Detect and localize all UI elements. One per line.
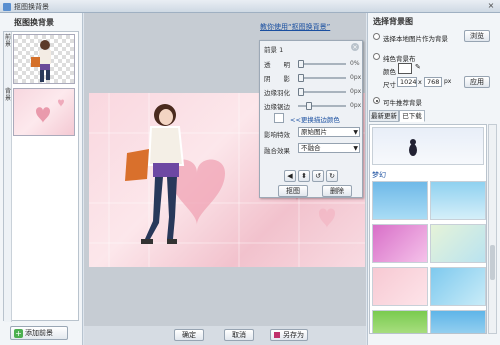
- background-gallery: 梦幻: [369, 124, 487, 334]
- gallery-tabs: 最新更新 已下载: [369, 110, 487, 122]
- scrollbar-thumb[interactable]: [490, 245, 495, 280]
- tab-foreground[interactable]: 前景: [4, 34, 12, 54]
- effect-select[interactable]: 原始图片 ▼: [298, 127, 360, 137]
- cancel-button[interactable]: 取消: [224, 329, 254, 341]
- move-left-icon[interactable]: ◀: [284, 170, 296, 182]
- close-icon[interactable]: ×: [486, 1, 496, 11]
- delete-button[interactable]: 删除: [322, 185, 352, 197]
- gallery-scrollbar[interactable]: [488, 124, 497, 334]
- feather-value: 0px: [350, 88, 362, 95]
- px-unit: px: [444, 78, 452, 85]
- ok-button[interactable]: 确定: [174, 329, 204, 341]
- apply-button[interactable]: 应用: [464, 76, 490, 88]
- rotate-right-icon[interactable]: ↻: [326, 170, 338, 182]
- opacity-value: 0%: [350, 60, 360, 67]
- solid-color-radio[interactable]: [373, 53, 380, 60]
- right-pane-title: 选择背景图: [373, 17, 413, 26]
- browse-button[interactable]: 浏览: [464, 30, 490, 42]
- opacity-label: 透 明: [264, 61, 290, 69]
- gallery-thumb[interactable]: [372, 181, 428, 220]
- local-image-label: 选择本地图片作为背景: [383, 35, 448, 43]
- gallery-thumb[interactable]: [372, 127, 484, 165]
- layer-tabs: 前景 背景: [4, 32, 12, 322]
- local-image-radio[interactable]: [373, 33, 380, 40]
- feather-label: 边缘羽化: [264, 89, 290, 97]
- tab-downloaded[interactable]: 已下载: [399, 110, 425, 122]
- penguin-image: [409, 139, 417, 156]
- title-bar: 抠图换背景 ×: [0, 0, 500, 13]
- gallery-thumb[interactable]: [430, 310, 486, 333]
- panel-title: 前景 1: [264, 46, 284, 54]
- move-updown-icon[interactable]: ⬍: [298, 170, 310, 182]
- foreground-thumbnail[interactable]: [13, 34, 75, 84]
- blend-select[interactable]: 不融合 ▼: [298, 143, 360, 153]
- feather-slider[interactable]: [298, 88, 346, 96]
- times-sign: x: [418, 78, 422, 86]
- size-label: 尺寸: [383, 81, 396, 89]
- gallery-thumb[interactable]: [372, 310, 428, 333]
- save-icon: [274, 332, 280, 338]
- shadow-value: 0px: [350, 74, 362, 81]
- person-thumbnail-image: [31, 40, 51, 82]
- layer-list: 前景 背景: [3, 31, 79, 322]
- help-link[interactable]: 教你使用“抠图换背景”: [260, 22, 330, 32]
- edge-slider[interactable]: [298, 102, 346, 110]
- effect-select-value: 原始图片: [301, 128, 327, 136]
- feather-slider-knob[interactable]: [298, 88, 304, 96]
- color-swatch[interactable]: [398, 63, 412, 74]
- foreground-pane: 抠图换背景 前景 背景 + 添加前景: [0, 13, 83, 345]
- gallery-thumb[interactable]: [372, 267, 428, 306]
- height-input[interactable]: 768: [424, 77, 442, 87]
- panel-close-icon[interactable]: ×: [351, 43, 359, 51]
- color-label: 颜色: [383, 68, 396, 76]
- tab-recent[interactable]: 最新更新: [369, 110, 399, 122]
- edge-color-swatch[interactable]: [274, 113, 284, 123]
- eyedropper-icon[interactable]: ✎: [415, 63, 425, 74]
- shadow-slider[interactable]: [298, 74, 346, 82]
- add-foreground-label: 添加前景: [25, 329, 53, 337]
- add-icon: +: [14, 329, 23, 338]
- cutout-button[interactable]: 抠图: [278, 185, 308, 197]
- foreground-properties-panel: 前景 1 × 透 明 0% 阴 影 0px 边缘羽化 0px 边缘锯边 0px …: [259, 40, 363, 198]
- edge-value: 0px: [350, 102, 362, 109]
- person-cutout: [125, 104, 185, 244]
- app-icon: [3, 3, 11, 11]
- save-as-label: 另存为: [283, 331, 304, 339]
- shadow-slider-knob[interactable]: [298, 74, 304, 82]
- background-thumbnail[interactable]: [13, 88, 75, 136]
- chevron-down-icon: ▼: [353, 129, 358, 136]
- edge-slider-knob[interactable]: [305, 102, 312, 110]
- edge-label: 边缘锯边: [264, 103, 290, 111]
- opacity-slider[interactable]: [298, 60, 346, 68]
- gallery-thumb[interactable]: [430, 224, 486, 263]
- gallery-thumb[interactable]: [430, 267, 486, 306]
- blend-label: 融合效果: [264, 147, 290, 155]
- gallery-thumb[interactable]: [430, 181, 486, 220]
- heart-thumbnail-image: [36, 99, 64, 123]
- add-foreground-button[interactable]: + 添加前景: [10, 326, 68, 340]
- recommended-radio[interactable]: [373, 97, 380, 104]
- opacity-slider-knob[interactable]: [298, 60, 304, 68]
- left-pane-title: 抠图换背景: [14, 18, 54, 27]
- effect-label: 影响特效: [264, 131, 290, 139]
- chevron-down-icon: ▼: [353, 145, 358, 152]
- edge-color-button[interactable]: <<更换描边颜色: [290, 114, 340, 124]
- group-label: 梦幻: [372, 171, 386, 179]
- blend-select-value: 不融合: [301, 144, 321, 152]
- shadow-label: 阴 影: [264, 75, 290, 83]
- window-title: 抠图换背景: [14, 3, 49, 11]
- tab-background[interactable]: 背景: [4, 88, 12, 108]
- rotate-left-icon[interactable]: ↺: [312, 170, 324, 182]
- gallery-thumb[interactable]: [372, 224, 428, 263]
- save-as-button[interactable]: 另存为: [270, 329, 308, 341]
- solid-color-label: 纯色背景布: [383, 55, 416, 63]
- bottom-toolbar: 确定 取消 另存为: [84, 326, 366, 345]
- recommended-label: 可牛推荐背景: [383, 99, 422, 107]
- width-input[interactable]: 1024: [397, 77, 417, 87]
